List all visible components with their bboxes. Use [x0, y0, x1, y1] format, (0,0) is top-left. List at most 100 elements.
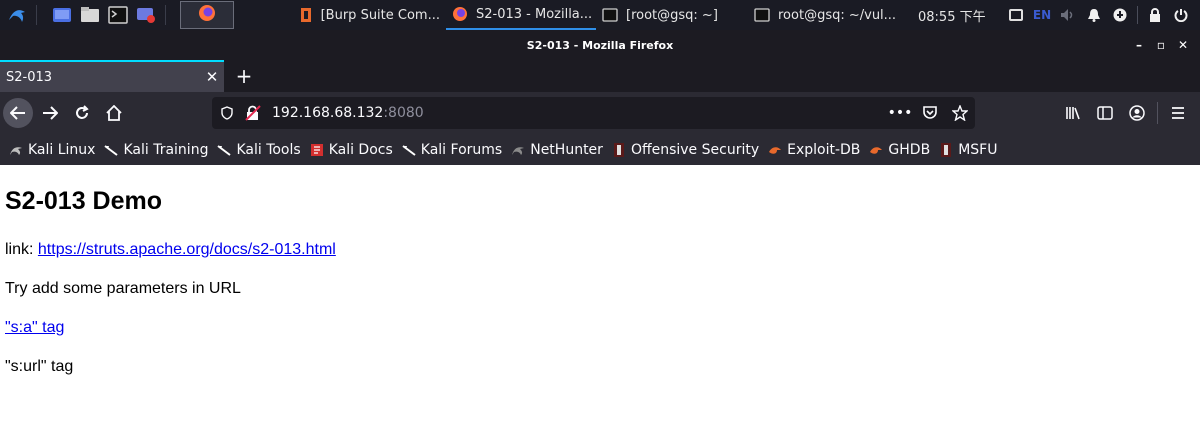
- bookmark-label: NetHunter: [530, 141, 603, 158]
- hint-text: Try add some parameters in URL: [5, 280, 241, 297]
- urlbar-actions: •••: [885, 105, 975, 121]
- kali-dragon-icon: [216, 142, 232, 158]
- task-burp-suite[interactable]: [Burp Suite Com...: [294, 0, 446, 30]
- arrow-right-icon: [43, 106, 58, 120]
- sa-tag-link[interactable]: "s:a" tag: [5, 319, 64, 336]
- tab-s2-013[interactable]: S2-013 ✕: [0, 60, 224, 92]
- toolbar-divider: [1157, 102, 1158, 124]
- arrow-left-icon: [10, 106, 25, 120]
- kali-menu-icon[interactable]: [6, 4, 28, 26]
- terminal-launcher-icon[interactable]: [107, 4, 129, 26]
- bookmarks-toolbar: Kali Linux Kali Training Kali Tools Kali…: [0, 134, 1200, 165]
- back-button[interactable]: [3, 98, 33, 128]
- lock-icon[interactable]: [1142, 0, 1168, 30]
- update-icon[interactable]: [1107, 0, 1133, 30]
- link-paragraph: link: https://struts.apache.org/docs/s2-…: [5, 241, 336, 259]
- struts-doc-link[interactable]: https://struts.apache.org/docs/s2-013.ht…: [38, 241, 336, 258]
- bookmark-label: Kali Tools: [236, 141, 301, 158]
- taskbar-divider: [165, 5, 166, 25]
- kali-docs-icon: [309, 142, 325, 158]
- maximize-button[interactable]: ▫: [1150, 38, 1172, 52]
- task-label: [Burp Suite Com...: [320, 7, 440, 23]
- window-controls: – ▫ ✕: [1128, 30, 1194, 60]
- screen-recorder-icon[interactable]: [135, 4, 157, 26]
- navigation-toolbar: 192.168.68.132:8080 •••: [0, 92, 1200, 134]
- kali-dragon-icon: [401, 142, 417, 158]
- reload-icon: [76, 105, 89, 119]
- terminal-icon: [754, 7, 770, 23]
- sa-tag-paragraph: "s:a" tag: [5, 319, 64, 337]
- window-titlebar[interactable]: S2-013 - Mozilla Firefox – ▫ ✕: [0, 30, 1200, 60]
- bookmark-msfu[interactable]: MSFU: [938, 142, 997, 158]
- bookmark-exploit-db[interactable]: Exploit-DB: [767, 142, 860, 158]
- window-title: S2-013 - Mozilla Firefox: [526, 38, 674, 52]
- url-port: :8080: [383, 105, 424, 121]
- show-desktop-icon[interactable]: [51, 4, 73, 26]
- task-label: S2-013 - Mozilla...: [476, 6, 593, 22]
- file-manager-icon[interactable]: [79, 4, 101, 26]
- notification-bell-icon[interactable]: [1081, 0, 1107, 30]
- bookmark-kali-forums[interactable]: Kali Forums: [401, 142, 502, 158]
- bookmark-kali-linux[interactable]: Kali Linux: [8, 142, 95, 158]
- firefox-launcher[interactable]: [180, 1, 234, 29]
- insecure-lock-icon[interactable]: [242, 105, 264, 121]
- keyboard-language[interactable]: EN: [1029, 0, 1055, 30]
- sidebar-icon[interactable]: [1089, 106, 1121, 120]
- shield-icon[interactable]: [216, 106, 238, 120]
- account-icon[interactable]: [1121, 105, 1153, 121]
- offsec-icon: [611, 142, 627, 158]
- url-text[interactable]: 192.168.68.132:8080: [272, 105, 424, 121]
- bookmark-kali-tools[interactable]: Kali Tools: [216, 141, 301, 158]
- close-window-button[interactable]: ✕: [1172, 38, 1194, 52]
- system-taskbar: [Burp Suite Com... S2-013 - Mozilla... […: [0, 0, 1200, 30]
- bookmark-kali-training[interactable]: Kali Training: [103, 142, 208, 158]
- offsec-icon: [938, 142, 954, 158]
- tab-strip: S2-013 ✕ +: [0, 60, 1200, 92]
- bookmark-label: Kali Forums: [420, 141, 503, 158]
- task-firefox[interactable]: S2-013 - Mozilla...: [446, 0, 596, 30]
- task-terminal-root[interactable]: [root@gsq: ~]: [596, 0, 748, 30]
- taskbar-divider: [36, 5, 37, 25]
- new-tab-button[interactable]: +: [232, 64, 256, 88]
- kali-dragon-icon: [8, 142, 24, 158]
- logout-icon[interactable]: [1168, 0, 1194, 30]
- bookmark-nethunter[interactable]: NetHunter: [510, 142, 603, 158]
- close-tab-button[interactable]: ✕: [200, 68, 224, 86]
- ghdb-icon: [868, 142, 884, 158]
- bookmark-label: Kali Linux: [28, 141, 96, 158]
- page-heading: S2-013 Demo: [5, 187, 163, 215]
- menu-hamburger-icon[interactable]: [1162, 107, 1194, 119]
- nethunter-icon: [510, 142, 526, 158]
- bookmark-offensive-security[interactable]: Offensive Security: [611, 142, 759, 158]
- bookmark-kali-docs[interactable]: Kali Docs: [309, 142, 393, 158]
- address-bar[interactable]: 192.168.68.132:8080 •••: [212, 97, 975, 129]
- minimize-button[interactable]: –: [1128, 38, 1150, 52]
- task-terminal-vul[interactable]: root@gsq: ~/vul...: [748, 0, 910, 30]
- link-prefix: link:: [5, 241, 38, 258]
- surl-tag-text: "s:url" tag: [5, 358, 74, 375]
- library-icon[interactable]: [1057, 106, 1089, 120]
- home-icon: [106, 105, 122, 121]
- firefox-icon: [198, 4, 216, 26]
- bookmark-label: Exploit-DB: [787, 141, 861, 158]
- firefox-icon: [452, 6, 468, 22]
- bookmark-label: Kali Training: [123, 141, 209, 158]
- reload-button[interactable]: [67, 98, 97, 128]
- task-label: root@gsq: ~/vul...: [778, 7, 897, 23]
- home-button[interactable]: [99, 98, 129, 128]
- forward-button[interactable]: [35, 98, 65, 128]
- bookmark-label: GHDB: [888, 141, 931, 158]
- system-tray: EN: [1003, 0, 1194, 30]
- tab-title: S2-013: [6, 69, 53, 85]
- pocket-icon[interactable]: [915, 106, 945, 120]
- page-actions-button[interactable]: •••: [885, 105, 915, 121]
- clock[interactable]: 08:55 下午: [918, 6, 986, 25]
- url-host: 192.168.68.132: [272, 105, 384, 121]
- volume-icon[interactable]: [1055, 0, 1081, 30]
- bookmark-ghdb[interactable]: GHDB: [868, 142, 930, 158]
- bookmark-star-icon[interactable]: [945, 105, 975, 121]
- page-content: S2-013 Demo link: https://struts.apache.…: [0, 165, 1200, 434]
- terminal-icon: [602, 7, 618, 23]
- display-icon[interactable]: [1003, 0, 1029, 30]
- tray-divider: [1137, 6, 1138, 24]
